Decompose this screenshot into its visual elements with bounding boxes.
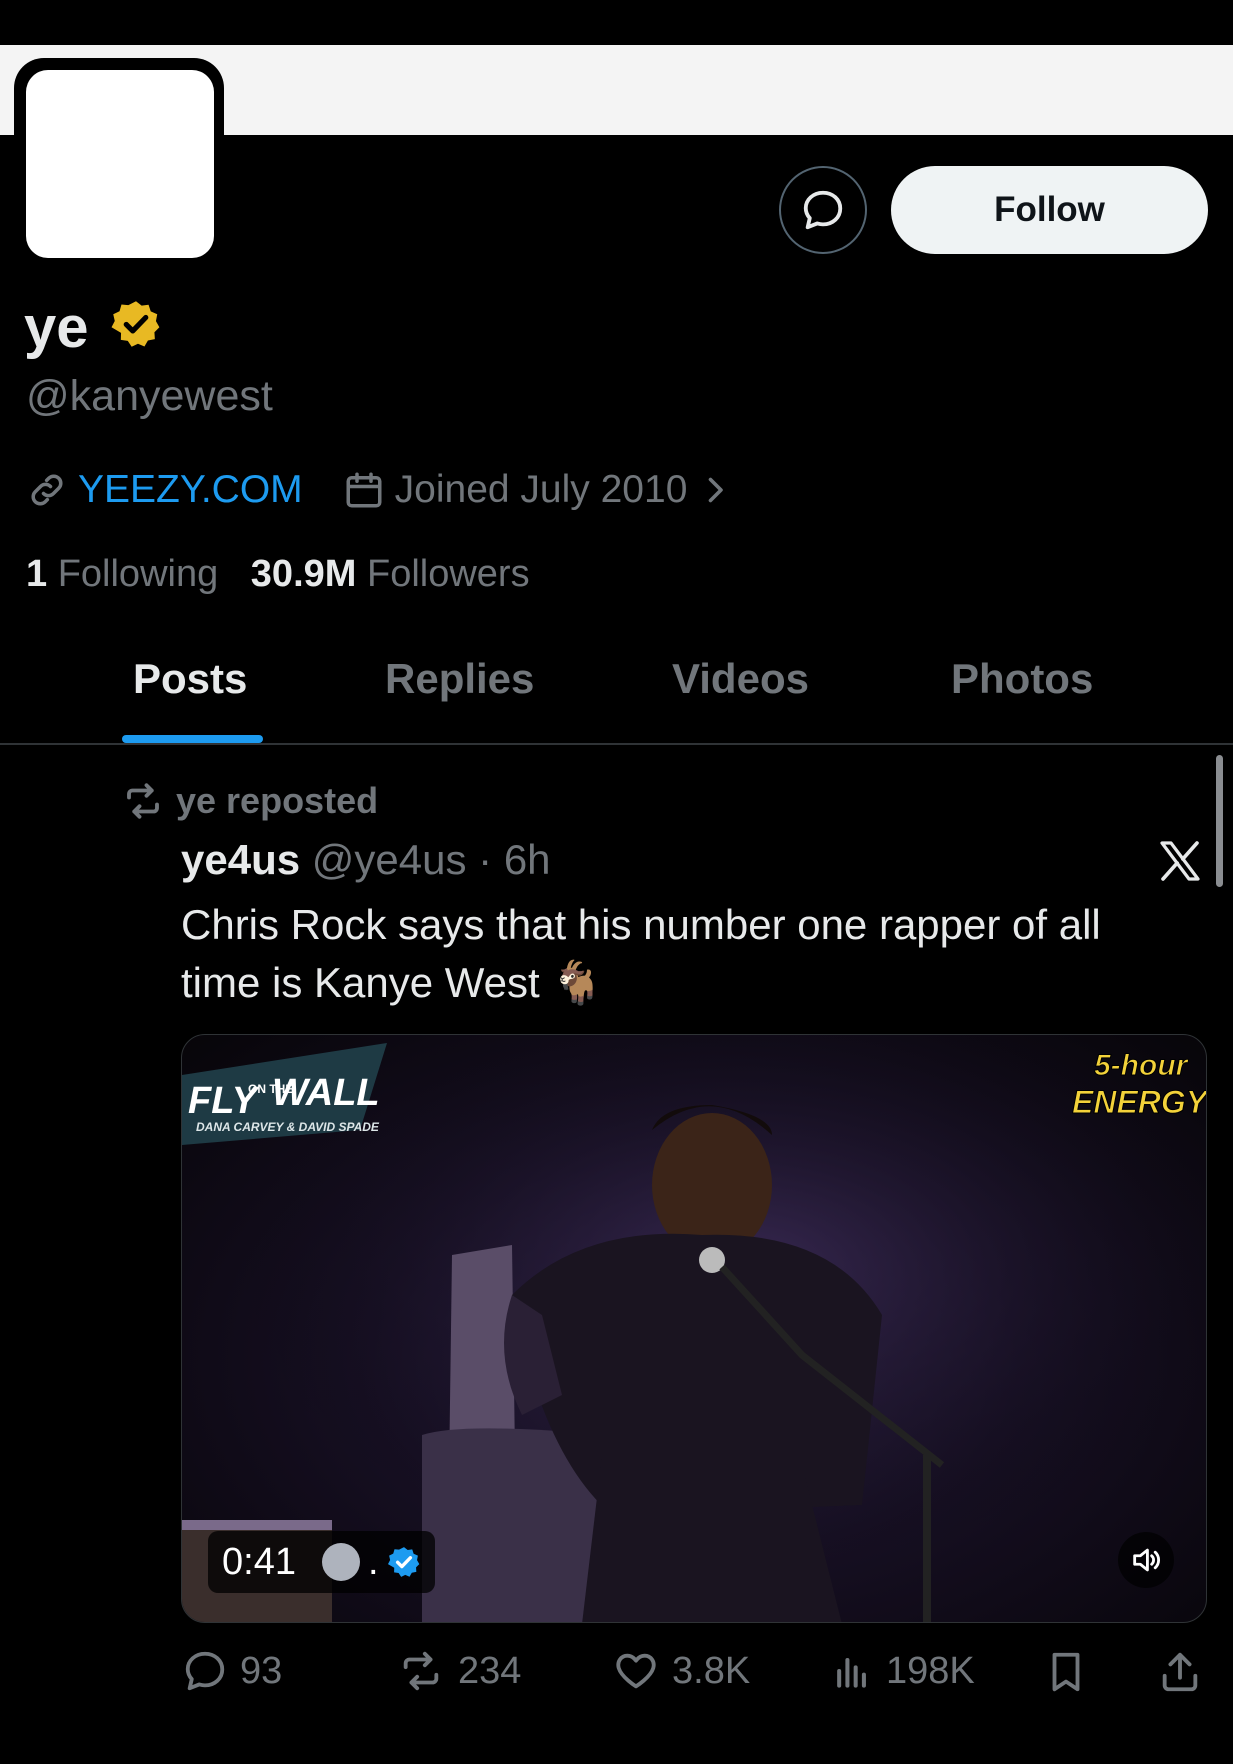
sponsor-bottom: ENERGY [1072,1084,1207,1120]
post-text: Chris Rock says that his number one rapp… [181,901,1101,1006]
show-logo-hosts: DANA CARVEY & DAVID SPADE [196,1120,380,1134]
reply-icon [185,1651,225,1691]
tab-posts[interactable]: Posts [133,655,247,703]
repost-button[interactable]: 234 [396,1648,521,1694]
verified-gold-icon [111,301,160,347]
scrollbar[interactable] [1216,755,1223,887]
bookmark-button[interactable] [1043,1648,1101,1696]
like-button[interactable]: 3.8K [612,1648,750,1694]
tab-photos[interactable]: Photos [951,655,1093,703]
tab-videos[interactable]: Videos [672,655,809,703]
follow-stats: 1 Following 30.9M Followers [26,553,530,596]
repost-text[interactable]: ye reposted [176,780,378,822]
joined-date: Joined July 2010 [394,468,688,511]
post-author-name[interactable]: ye4us [181,836,300,883]
avatar[interactable] [26,70,214,258]
share-button[interactable] [1157,1648,1215,1696]
like-icon [616,1653,656,1689]
reply-count: 93 [240,1649,283,1692]
views-button[interactable]: 198K [830,1648,975,1694]
repost-icon [127,783,159,819]
message-icon [803,190,843,230]
post-time[interactable]: 6h [504,836,551,883]
following-label: Following [57,553,219,595]
followers-link[interactable]: 30.9M Followers [251,553,530,595]
chevron-right-icon[interactable] [697,472,733,508]
mute-button[interactable] [1118,1532,1174,1588]
profile-meta: YEEZY.COM Joined July 2010 [26,468,733,512]
like-count: 3.8K [672,1649,751,1692]
post-separator: · [466,836,504,883]
reply-button[interactable]: 93 [182,1648,282,1694]
profile-name: ye [24,295,89,360]
show-logo-wall: WALL [272,1072,380,1114]
author-dot [321,1543,360,1581]
views-icon [837,1657,866,1688]
share-icon [1162,1652,1198,1692]
views-count: 198K [886,1649,975,1692]
verified-blue-icon [387,1547,419,1577]
message-button[interactable] [779,166,867,254]
tabs-divider [0,743,1233,745]
follow-button[interactable]: Follow [891,166,1208,254]
profile-handle: @kanyewest [26,372,273,420]
video-duration: 0:41 . [208,1531,435,1593]
bookmark-icon [1052,1652,1080,1692]
following-link[interactable]: 1 Following [26,553,218,595]
post-header: ye4us @ye4us · 6h [181,836,551,884]
website-link[interactable]: YEEZY.COM [78,468,303,512]
duration-suffix: . [367,1540,379,1583]
duration-text: 0:41 [222,1540,296,1583]
active-tab-indicator [122,735,263,743]
repost-count: 234 [458,1649,522,1692]
followers-count: 30.9M [250,553,357,595]
link-icon [31,474,63,506]
tab-replies[interactable]: Replies [385,655,534,703]
repost-label: ye reposted [122,780,378,822]
repost-action-icon [403,1651,439,1691]
followers-label: Followers [366,553,530,595]
x-logo-icon [1160,841,1200,881]
post-author-handle[interactable]: @ye4us [312,836,467,883]
following-count: 1 [26,553,48,595]
speaker-icon [1133,1548,1160,1572]
sponsor-top: 5-hour [1094,1049,1190,1082]
calendar-icon [346,472,382,508]
